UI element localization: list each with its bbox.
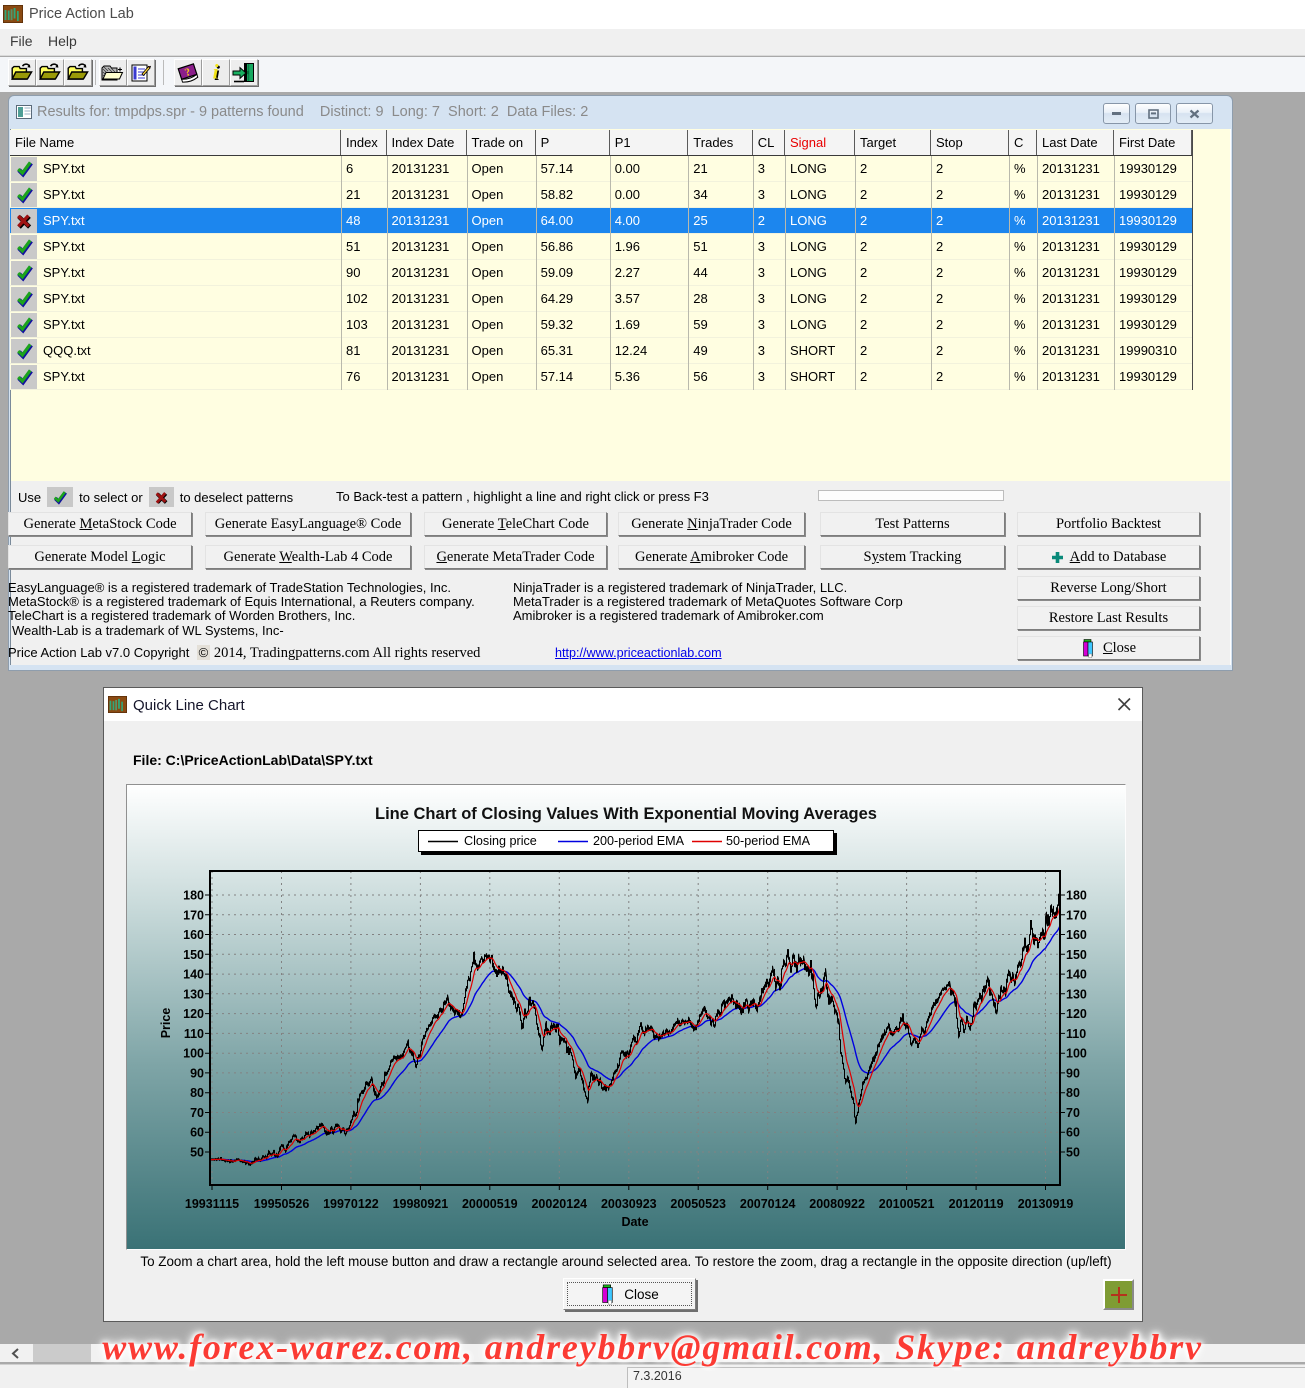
svg-text:180: 180 [183, 889, 204, 903]
svg-text:120: 120 [1066, 1007, 1087, 1021]
svg-text:20020124: 20020124 [531, 1197, 587, 1211]
svg-text:20080922: 20080922 [809, 1197, 865, 1211]
svg-text:100: 100 [183, 1047, 204, 1061]
svg-text:50: 50 [1066, 1146, 1080, 1160]
svg-text:80: 80 [1066, 1086, 1080, 1100]
svg-text:100: 100 [1066, 1047, 1087, 1061]
svg-text:Date: Date [621, 1215, 648, 1229]
svg-text:19980921: 19980921 [393, 1197, 449, 1211]
svg-text:170: 170 [183, 908, 204, 922]
svg-text:19950526: 19950526 [254, 1197, 310, 1211]
svg-text:20120119: 20120119 [949, 1197, 1004, 1211]
svg-text:Price: Price [159, 1008, 173, 1039]
svg-text:110: 110 [1066, 1027, 1086, 1041]
svg-text:160: 160 [183, 928, 204, 942]
svg-text:80: 80 [190, 1086, 204, 1100]
svg-text:150: 150 [183, 948, 204, 962]
svg-text:90: 90 [190, 1066, 204, 1080]
svg-text:140: 140 [183, 968, 204, 982]
svg-text:60: 60 [190, 1126, 204, 1140]
svg-text:150: 150 [1066, 948, 1087, 962]
svg-text:60: 60 [1066, 1126, 1080, 1140]
svg-text:90: 90 [1066, 1066, 1080, 1080]
svg-text:20050523: 20050523 [670, 1197, 726, 1211]
svg-text:20130919: 20130919 [1018, 1197, 1074, 1211]
svg-text:70: 70 [1066, 1106, 1080, 1120]
svg-text:20100521: 20100521 [879, 1197, 935, 1211]
svg-text:120: 120 [183, 1007, 204, 1021]
svg-text:130: 130 [1066, 987, 1087, 1001]
svg-text:20070124: 20070124 [740, 1197, 796, 1211]
svg-text:19931115: 19931115 [185, 1197, 239, 1211]
svg-text:50: 50 [190, 1146, 204, 1160]
svg-text:140: 140 [1066, 968, 1087, 982]
svg-text:160: 160 [1066, 928, 1087, 942]
svg-text:180: 180 [1066, 889, 1087, 903]
svg-text:130: 130 [183, 987, 204, 1001]
svg-text:i: i [213, 62, 219, 84]
svg-text:20030923: 20030923 [601, 1197, 657, 1211]
svg-text:19970122: 19970122 [323, 1197, 379, 1211]
svg-text:20000519: 20000519 [462, 1197, 518, 1211]
svg-text:170: 170 [1066, 908, 1087, 922]
svg-text:110: 110 [184, 1027, 204, 1041]
svg-text:70: 70 [190, 1106, 204, 1120]
